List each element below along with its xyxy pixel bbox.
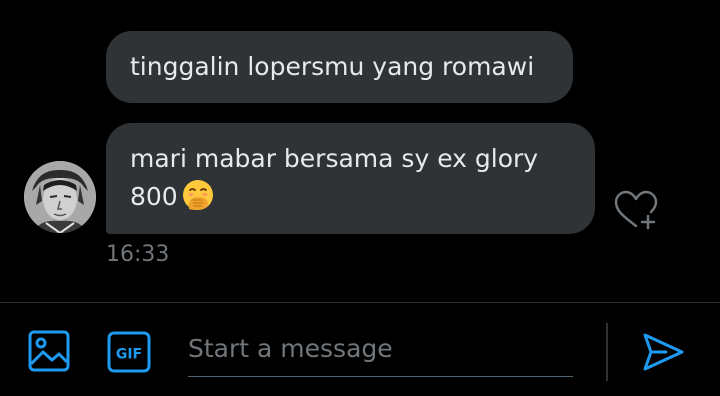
- gif-icon[interactable]: GIF: [106, 330, 152, 374]
- image-icon[interactable]: [26, 328, 72, 374]
- avatar[interactable]: [24, 161, 96, 233]
- heart-plus-icon[interactable]: [612, 188, 660, 232]
- message-input-wrapper: [188, 323, 573, 377]
- message-bubble[interactable]: tinggalin lopersmu yang romawi: [106, 31, 573, 103]
- message-composer: GIF: [0, 303, 720, 396]
- face-with-hand-over-mouth-icon: [182, 179, 214, 211]
- conversation-view: tinggalin lopersmu yang romawi mari maba…: [0, 0, 720, 302]
- message-input[interactable]: [188, 323, 573, 373]
- message-timestamp: 16:33: [106, 242, 170, 267]
- composer-separator: [606, 323, 608, 381]
- send-icon[interactable]: [640, 330, 686, 374]
- message-bubble[interactable]: mari mabar bersama sy ex glory 800: [106, 123, 595, 234]
- gif-label: GIF: [116, 347, 142, 363]
- message-text: tinggalin lopersmu yang romawi: [130, 52, 535, 81]
